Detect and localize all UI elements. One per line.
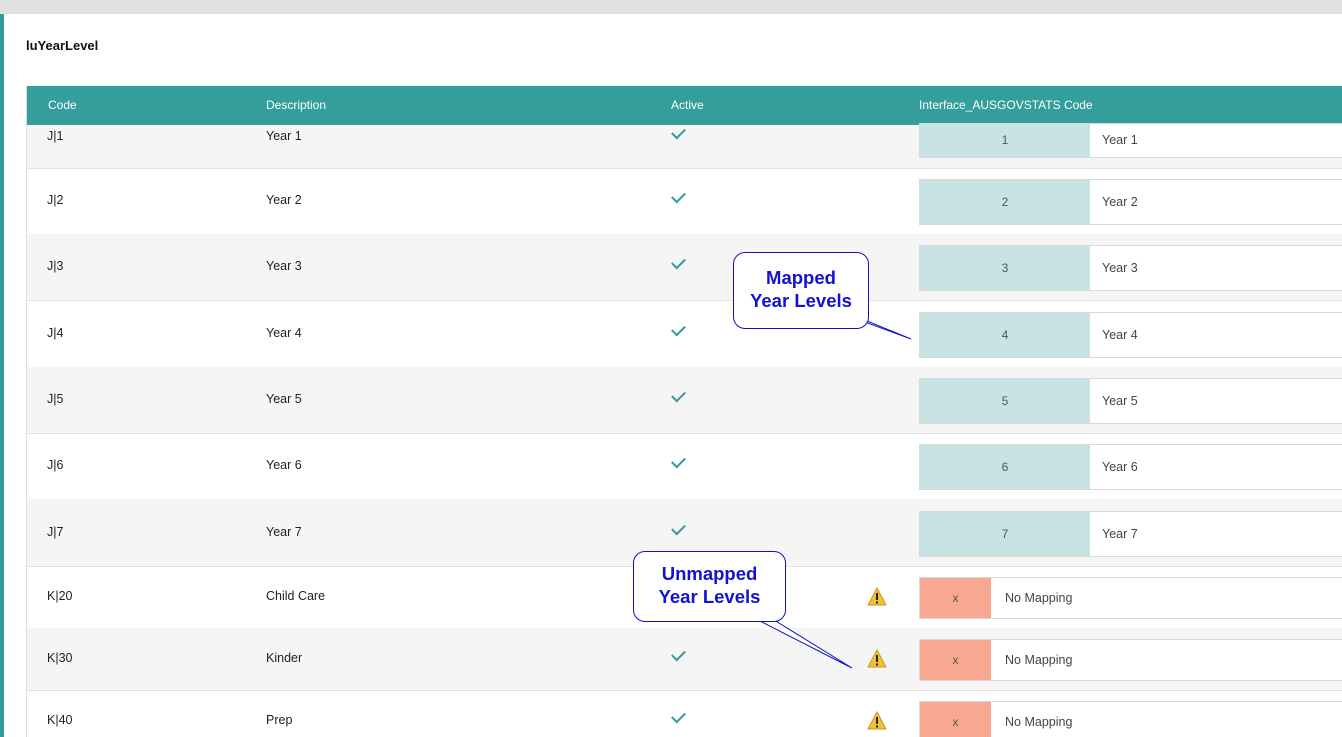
mapped-callout-line2: Year Levels	[750, 290, 852, 311]
unmapped-callout: Unmapped Year Levels	[633, 551, 786, 622]
unmapped-callout-line2: Year Levels	[658, 586, 761, 607]
unmapped-callout-pointer	[751, 616, 853, 669]
mapped-callout-line1: Mapped	[766, 267, 836, 288]
callout-pointers	[751, 315, 912, 669]
mapped-callout: Mapped Year Levels	[733, 252, 869, 329]
unmapped-callout-line1: Unmapped	[661, 563, 758, 584]
